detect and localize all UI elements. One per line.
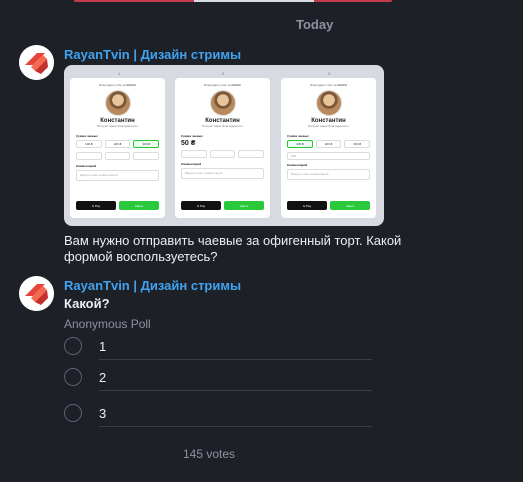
date-separator: Today <box>296 17 334 32</box>
amount-chip <box>238 150 265 158</box>
pay-button: Карта <box>330 201 370 210</box>
comment-field: Введите ваш комментарий <box>76 170 159 181</box>
divider <box>99 426 372 427</box>
sender-name[interactable]: RayanTvin | Дизайн стримы <box>64 47 241 62</box>
comment-label: Комментарий <box>76 164 97 168</box>
amount-label: Сумма чаевых <box>181 134 203 138</box>
amount-chip <box>104 152 131 160</box>
logo-icon <box>19 276 54 311</box>
pay-button: Карта <box>224 201 264 210</box>
radio-button[interactable] <box>64 337 82 355</box>
radio-button[interactable] <box>64 404 82 422</box>
comment-field: Введите ваш комментарий <box>287 169 370 180</box>
slide-number: 1 <box>118 71 121 76</box>
tip-form-card: Благодарю тебе за ₽₽₽₽₽ Константин Получ… <box>281 78 376 218</box>
comment-label: Комментарий <box>287 163 308 167</box>
person-photo <box>315 90 342 116</box>
person-photo <box>209 90 236 116</box>
vote-count[interactable]: 145 votes <box>183 447 235 461</box>
card-caption: Благодарю тебе за ₽₽₽₽₽ <box>204 83 241 87</box>
poll-option[interactable]: 1 <box>64 332 372 360</box>
sender-name[interactable]: RayanTvin | Дизайн стримы <box>64 278 241 293</box>
radio-button[interactable] <box>64 368 82 386</box>
media-image[interactable]: 1 2 3 Благодарю тебе за ₽₽₽₽₽ Константин… <box>64 65 384 226</box>
card-subtitle: Получит ваше благодарность <box>201 124 244 128</box>
poll-option[interactable]: 2 <box>64 363 372 391</box>
amount-chip <box>76 152 102 160</box>
custom-amount-field: 100 <box>287 152 370 160</box>
slide-number: 2 <box>222 71 225 76</box>
amount-chip: 300 ₴ <box>133 140 160 148</box>
gpay-button: G Pay <box>181 201 221 210</box>
slide-number: 3 <box>328 71 331 76</box>
tip-form-card: Благодарю тебе за ₽₽₽₽₽ Константин Получ… <box>70 78 165 218</box>
pay-button: Карта <box>119 201 159 210</box>
poll-option[interactable]: 3 <box>64 399 372 427</box>
poll-option-label: 3 <box>99 405 107 421</box>
poll-question: Какой? <box>64 296 110 311</box>
amount-chip: 100 ₴ <box>76 140 102 148</box>
logo-icon <box>19 45 54 80</box>
divider <box>99 390 372 391</box>
poll-option-label: 1 <box>99 338 107 354</box>
sender-avatar[interactable] <box>19 276 54 311</box>
amount-value: 50 ₴ <box>181 140 196 147</box>
amount-chip <box>133 152 160 160</box>
amount-chip: 200 ₴ <box>104 140 131 148</box>
person-photo <box>104 90 131 116</box>
card-caption: Благодарю тебе за ₽₽₽₽₽ <box>99 83 136 87</box>
amount-chip <box>181 150 207 158</box>
card-subtitle: Получит ваше благодарность <box>307 124 350 128</box>
amount-chip: 200 ₴ <box>315 140 342 148</box>
amount-label: Сумма чаевых <box>76 134 98 138</box>
card-caption: Благодарю тебе за ₽₽₽₽₽ <box>310 83 347 87</box>
comment-label: Комментарий <box>181 162 202 166</box>
tip-form-card: Благодарю тебе за ₽₽₽₽₽ Константин Получ… <box>175 78 270 218</box>
gpay-button: G Pay <box>76 201 116 210</box>
message-text: Вам нужно отправить чаевые за офигенный … <box>64 233 402 264</box>
amount-chip <box>209 150 236 158</box>
card-subtitle: Получит ваше благодарность <box>96 124 139 128</box>
divider <box>99 359 372 360</box>
sender-avatar[interactable] <box>19 45 54 80</box>
amount-chip: 300 ₴ <box>344 140 371 148</box>
comment-field: Введите ваш комментарий <box>181 168 264 179</box>
amount-label: Сумма чаевых <box>287 134 309 138</box>
previous-media-edge <box>74 0 392 2</box>
poll-type: Anonymous Poll <box>64 317 151 331</box>
amount-chip: 100 ₴ <box>287 140 313 148</box>
gpay-button: G Pay <box>287 201 327 210</box>
poll-option-label: 2 <box>99 369 107 385</box>
